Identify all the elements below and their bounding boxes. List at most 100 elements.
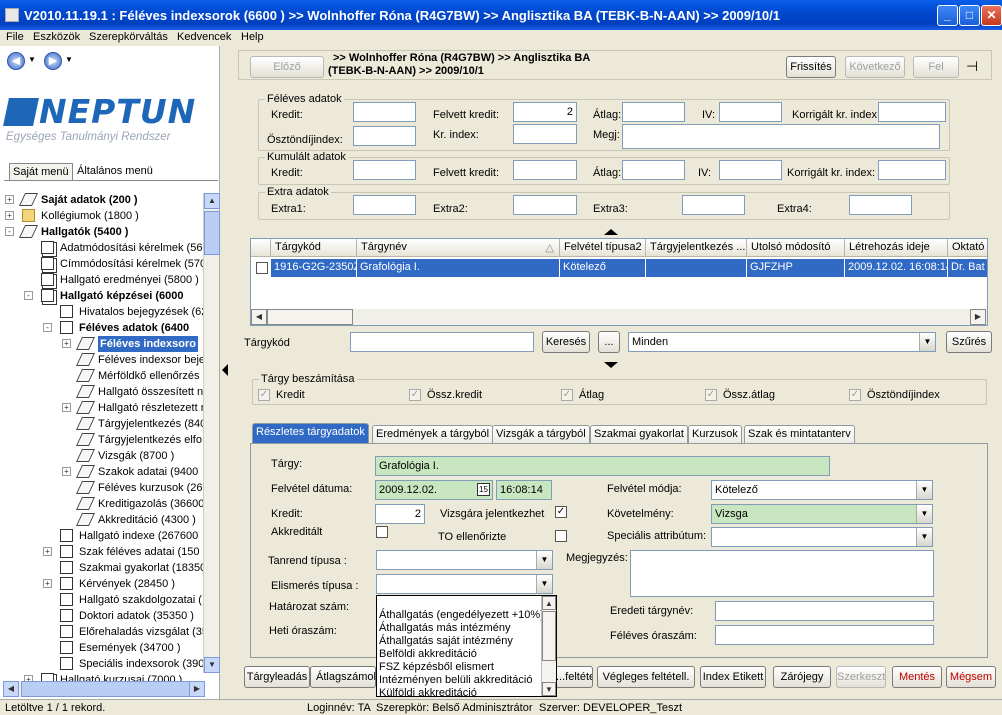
minimize-button[interactable]: _ bbox=[937, 5, 958, 26]
cum-atlag-field[interactable] bbox=[622, 160, 685, 180]
table-cell-targynev[interactable]: Grafológia I. bbox=[357, 259, 560, 277]
tree-item[interactable]: Hallgató eredményei (5800 ) bbox=[3, 272, 203, 288]
dropdown-option[interactable]: Áthallgatás saját intézmény bbox=[379, 635, 513, 648]
forward-dropdown-icon[interactable]: ▼ bbox=[65, 55, 73, 64]
cum-iv-field[interactable] bbox=[719, 160, 782, 180]
cum-kredit-field[interactable] bbox=[353, 160, 416, 180]
sem-kredit-field[interactable] bbox=[353, 102, 416, 122]
extra3-field[interactable] bbox=[682, 195, 745, 215]
expand-icon[interactable]: + bbox=[5, 211, 14, 220]
sem-megj-field[interactable] bbox=[622, 124, 940, 149]
search-button[interactable]: Keresés bbox=[542, 331, 590, 353]
collapse-icon[interactable]: - bbox=[43, 323, 52, 332]
grid-horizontal-scrollbar[interactable]: ◀ ▶ bbox=[251, 309, 987, 325]
tab-results[interactable]: Eredmények a tárgyból bbox=[372, 425, 494, 443]
extra2-field[interactable] bbox=[513, 195, 577, 215]
targy-field[interactable]: Grafológia I. bbox=[375, 456, 830, 476]
sem-iv-field[interactable] bbox=[719, 102, 782, 122]
calendar-icon[interactable]: 15 bbox=[477, 483, 490, 496]
col-header-oktato[interactable]: Oktató bbox=[948, 239, 987, 257]
elismeres-select[interactable]: ▼ bbox=[376, 574, 553, 594]
table-cell-felvetel[interactable]: Kötelező bbox=[560, 259, 646, 277]
next-button[interactable]: Következő bbox=[845, 56, 905, 78]
scroll-right-icon[interactable]: ▶ bbox=[189, 681, 205, 697]
szerkeszt-button[interactable]: Szerkeszt bbox=[836, 666, 886, 688]
collapse-left-icon[interactable] bbox=[222, 364, 228, 376]
scroll-down-icon[interactable]: ▼ bbox=[204, 657, 220, 673]
up-button[interactable]: Fel bbox=[913, 56, 959, 78]
table-cell-modosito[interactable]: GJFZHP bbox=[747, 259, 845, 277]
tab-details[interactable]: Részletes tárgyadatok bbox=[252, 423, 369, 444]
index-etikett-button[interactable]: Index Etikett bbox=[700, 666, 766, 688]
tree-vertical-scrollbar[interactable]: ▲ ▼ bbox=[203, 193, 220, 673]
dropdown-scroll-down-icon[interactable]: ▼ bbox=[542, 682, 556, 696]
tree-item[interactable]: Vizsgák (8700 ) bbox=[3, 448, 203, 464]
col-header-modosito[interactable]: Utolsó módosító bbox=[747, 239, 845, 257]
tree-item[interactable]: Események (34700 ) bbox=[3, 640, 203, 656]
filter-button[interactable]: Szűrés bbox=[946, 331, 992, 353]
tree-item[interactable]: Előrehaladás vizsgálat (35 bbox=[3, 624, 203, 640]
feleves-field[interactable] bbox=[715, 625, 934, 645]
dropdown-option[interactable]: Áthallgatás más intézmény bbox=[379, 622, 510, 635]
tree-item[interactable]: - Hallgató képzései (6000 bbox=[3, 288, 203, 304]
chevron-down-icon[interactable]: ▼ bbox=[919, 333, 935, 351]
tree-item[interactable]: + Saját adatok (200 ) bbox=[3, 192, 203, 208]
tanrend-select[interactable]: ▼ bbox=[376, 550, 553, 570]
tree-item[interactable]: Hivatalos bejegyzések (62 bbox=[3, 304, 203, 320]
collapse-down-icon[interactable] bbox=[604, 362, 618, 368]
vegleges-feltetell-button[interactable]: Végleges feltétell. bbox=[597, 666, 695, 688]
maximize-button[interactable]: □ bbox=[959, 5, 980, 26]
sem-krindex-field[interactable] bbox=[513, 124, 577, 144]
tree-item[interactable]: - Féléves adatok (6400 bbox=[3, 320, 203, 336]
cum-felvett-field[interactable] bbox=[513, 160, 577, 180]
megjegyzes-field[interactable] bbox=[630, 550, 934, 597]
refresh-button[interactable]: Frissítés bbox=[786, 56, 836, 78]
tree-item[interactable]: Féléves kurzusok (26 bbox=[3, 480, 203, 496]
table-cell-targykod[interactable]: 1916-G2G-2350Z bbox=[271, 259, 357, 277]
dropdown-option[interactable]: Belföldi akkreditáció bbox=[379, 648, 477, 661]
table-cell-letrehozas[interactable]: 2009.12.02. 16:08:14 bbox=[845, 259, 948, 277]
tab-exams[interactable]: Vizsgák a tárgyból bbox=[492, 425, 590, 443]
tab-general-menu[interactable]: Általános menü bbox=[74, 163, 156, 181]
tree-item[interactable]: + Féléves indexsoro bbox=[3, 336, 203, 352]
pin-icon[interactable]: ⊣ bbox=[966, 58, 978, 75]
dropdown-option[interactable]: Áthallgatás (engedélyezett +10%) bbox=[379, 609, 544, 622]
kovetelmeny-select[interactable]: Vizsga ▼ bbox=[711, 504, 933, 524]
dropdown-scroll-thumb[interactable] bbox=[542, 611, 556, 661]
tree-item[interactable]: + Szakok adatai (9400 bbox=[3, 464, 203, 480]
felvetel-date-field[interactable]: 2009.12.02. 15 bbox=[375, 480, 493, 500]
chevron-down-icon[interactable]: ▼ bbox=[536, 551, 552, 569]
tab-curriculum[interactable]: Szak és mintatanterv bbox=[744, 425, 855, 443]
more-options-button[interactable]: ... bbox=[598, 331, 620, 353]
dropdown-scroll-up-icon[interactable]: ▲ bbox=[542, 596, 556, 610]
expand-icon[interactable]: + bbox=[62, 339, 71, 348]
atlagszamolas-button[interactable]: Átlagszámolás bbox=[310, 666, 376, 688]
vizsgara-checkbox[interactable]: ✓ bbox=[555, 506, 567, 518]
targyleadas-button[interactable]: Tárgyleadás bbox=[244, 666, 310, 688]
tree-item[interactable]: Címmódosítási kérelmek (570 bbox=[3, 256, 203, 272]
col-header-targykod[interactable]: Tárgykód bbox=[271, 239, 357, 257]
tree-item[interactable]: + Hallgató részletezett n bbox=[3, 400, 203, 416]
kredit-field[interactable]: 2 bbox=[375, 504, 425, 524]
chevron-down-icon[interactable]: ▼ bbox=[536, 575, 552, 593]
menu-file[interactable]: File bbox=[6, 31, 24, 43]
atlag-checkbox[interactable]: ✓ bbox=[561, 389, 573, 401]
tree-item[interactable]: Hallgató összesített n bbox=[3, 384, 203, 400]
tree-item[interactable]: Tárgyjelentkezés elfo bbox=[3, 432, 203, 448]
menu-tools[interactable]: Eszközök bbox=[33, 31, 80, 43]
sem-felvett-field[interactable]: 2 bbox=[513, 102, 577, 122]
to-checkbox[interactable] bbox=[555, 530, 567, 542]
grid-scroll-right-icon[interactable]: ▶ bbox=[970, 309, 986, 325]
forward-arrow-icon[interactable]: ▶ bbox=[44, 52, 62, 70]
collapse-icon[interactable]: - bbox=[5, 227, 14, 236]
dropdown-option[interactable]: FSZ képzésből elismert bbox=[379, 661, 494, 674]
extra1-field[interactable] bbox=[353, 195, 416, 215]
osztondij-checkbox[interactable]: ✓ bbox=[849, 389, 861, 401]
zarojegy-button[interactable]: Zárójegy bbox=[773, 666, 831, 688]
collapse-icon[interactable]: - bbox=[24, 291, 33, 300]
back-arrow-icon[interactable]: ◀ bbox=[7, 52, 25, 70]
tab-own-menu[interactable]: Saját menü bbox=[9, 163, 73, 181]
sem-osztondij-field[interactable] bbox=[353, 126, 416, 146]
tree-item[interactable]: Hallgató indexe (267600 bbox=[3, 528, 203, 544]
tree-item[interactable]: Speciális indexsorok (390 bbox=[3, 656, 203, 672]
